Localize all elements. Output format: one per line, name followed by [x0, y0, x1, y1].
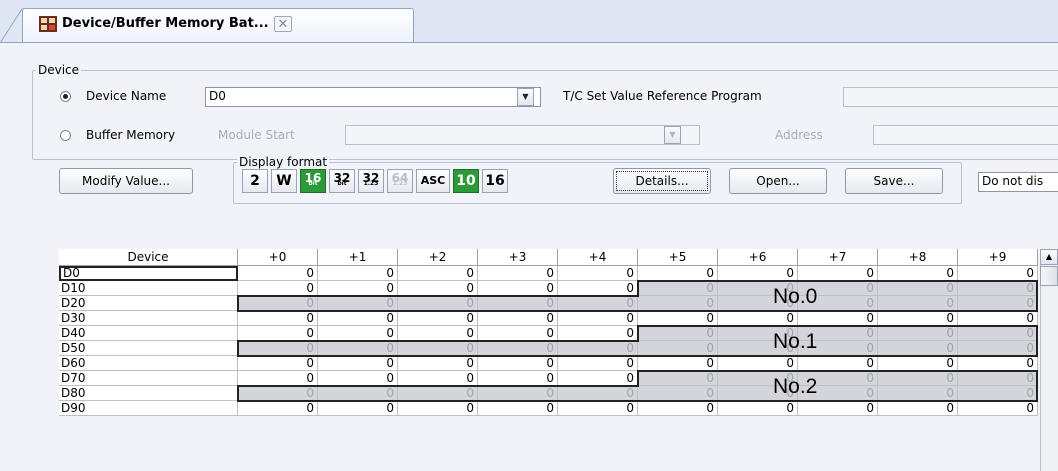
- device-name-label: Device Name: [86, 89, 167, 103]
- zone-outline: [237, 370, 1038, 402]
- format-16bit-button[interactable]: 16 bit: [300, 169, 326, 193]
- close-icon[interactable]: ✕: [274, 16, 292, 32]
- zone-label: No.0: [773, 285, 818, 308]
- module-start-field[interactable]: [345, 125, 700, 145]
- zone-label: No.1: [773, 330, 818, 353]
- format-hex-button[interactable]: 16: [482, 169, 508, 193]
- format-ascii-button[interactable]: ASC: [416, 169, 450, 193]
- memory-table-icon: [39, 16, 57, 32]
- open-button[interactable]: Open...: [729, 168, 827, 194]
- format-decimal-button[interactable]: 10: [453, 169, 479, 193]
- device-group-legend: Device: [36, 63, 82, 77]
- buffer-memory-radio[interactable]: [60, 130, 71, 141]
- zone-outline: [237, 280, 1038, 312]
- format-64float-button[interactable]: 64 1.23: [387, 169, 413, 193]
- tab-bar: Device/Buffer Memory Bat... ✕: [0, 0, 1058, 43]
- display-option-select[interactable]: Do not dis: [978, 172, 1058, 192]
- module-start-label: Module Start: [218, 128, 295, 142]
- save-button[interactable]: Save...: [845, 168, 943, 194]
- modify-value-button[interactable]: Modify Value...: [59, 168, 193, 194]
- chevron-down-icon[interactable]: ▼: [664, 126, 681, 144]
- format-word-button[interactable]: W: [271, 169, 297, 193]
- tc-reference-label: T/C Set Value Reference Program: [563, 89, 762, 103]
- device-name-radio[interactable]: [60, 91, 71, 102]
- buffer-memory-label: Buffer Memory: [86, 128, 176, 142]
- zone-label: No.2: [773, 375, 818, 398]
- chevron-down-icon[interactable]: ▼: [517, 88, 534, 106]
- format-binary-button[interactable]: 2: [242, 169, 268, 193]
- address-label: Address: [775, 128, 823, 142]
- tab-title: Device/Buffer Memory Bat...: [62, 16, 269, 31]
- tc-reference-field[interactable]: [843, 87, 1058, 107]
- scroll-up-button[interactable]: ▲: [1040, 249, 1058, 265]
- address-field[interactable]: [873, 125, 1058, 145]
- display-format-legend: Display format: [237, 155, 330, 169]
- device-group: [32, 70, 1058, 160]
- scroll-thumb[interactable]: [1040, 266, 1058, 286]
- zone-outlines: [237, 280, 1038, 402]
- format-32float-button[interactable]: 32 1.23: [358, 169, 384, 193]
- details-button[interactable]: Details...: [613, 168, 711, 194]
- format-32bit-button[interactable]: 32 bit: [329, 169, 355, 193]
- zone-outline: [237, 325, 1038, 357]
- device-name-input[interactable]: D0: [205, 87, 541, 107]
